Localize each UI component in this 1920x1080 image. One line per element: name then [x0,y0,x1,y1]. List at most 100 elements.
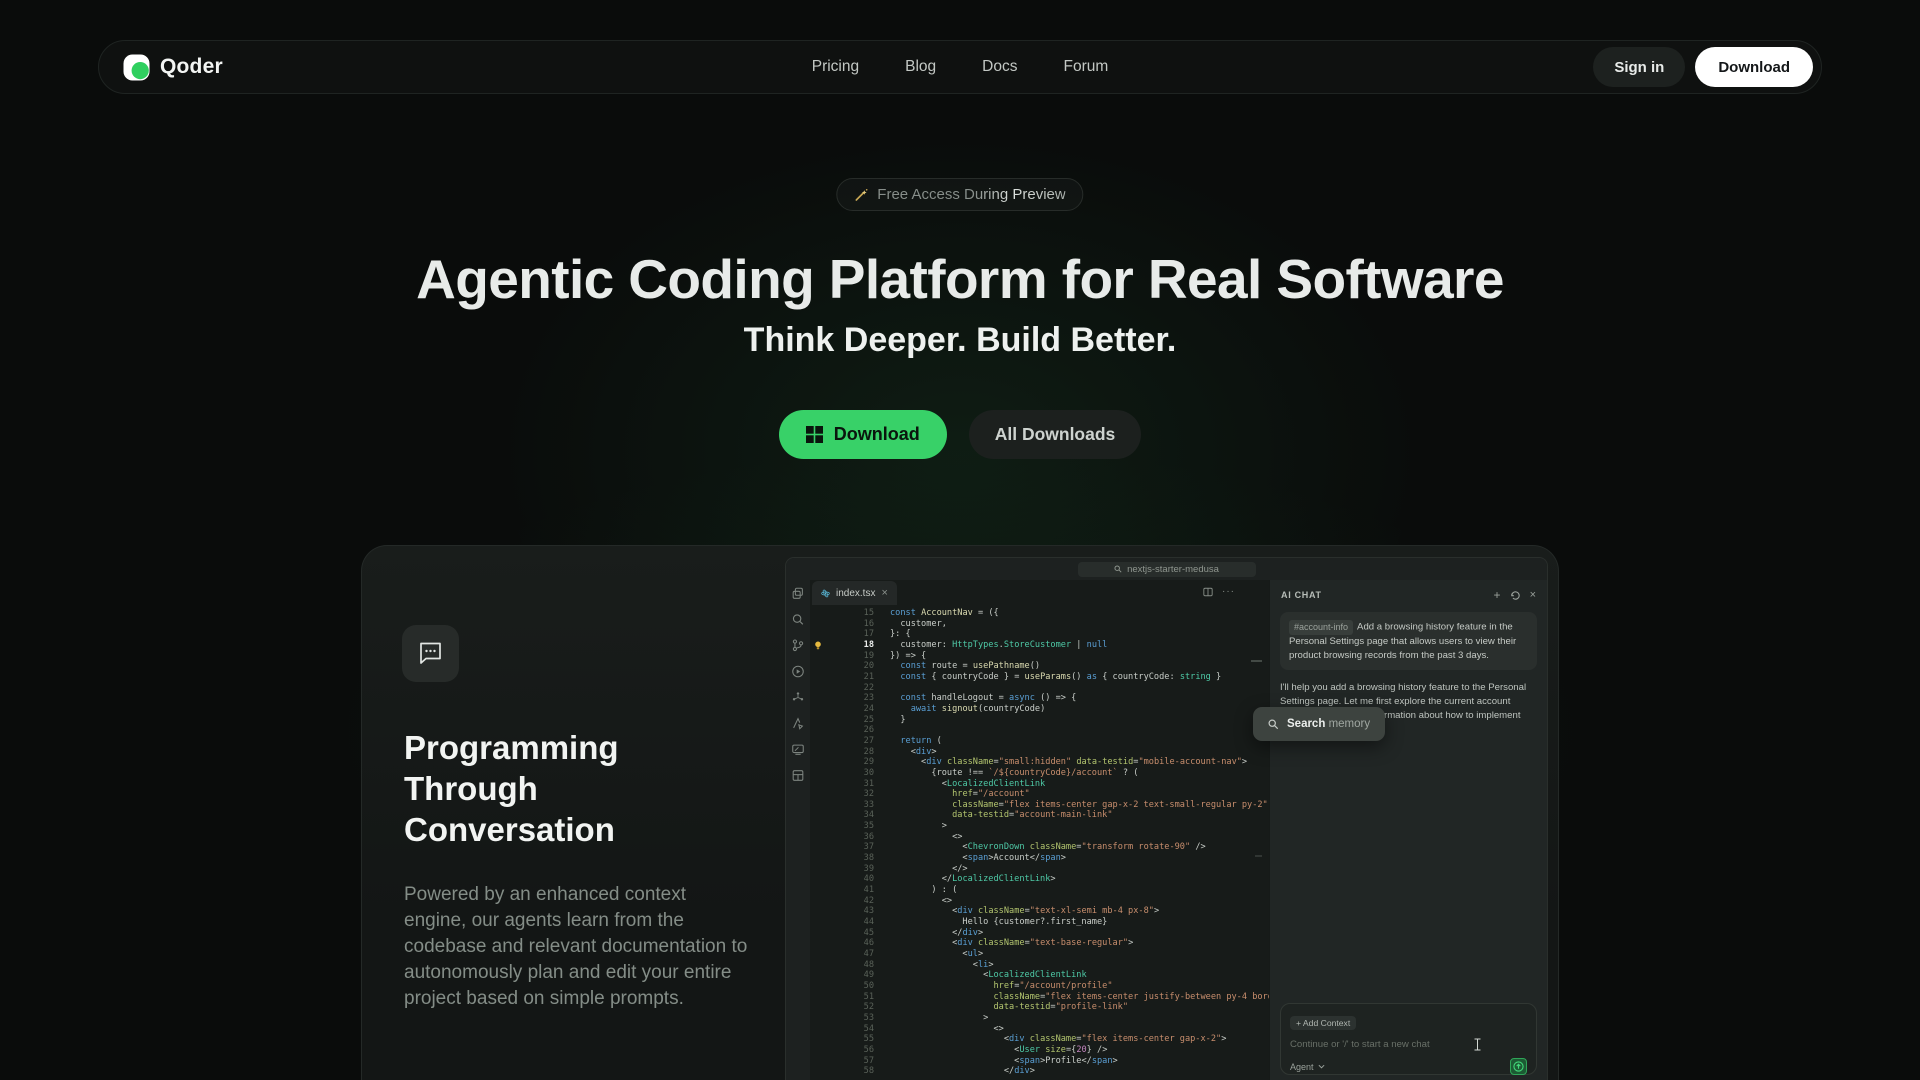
code-line: 41 ) : ( [810,885,1269,896]
lightbulb-icon[interactable] [814,641,822,650]
top-navigation-bar: Qoder Pricing Blog Docs Forum Sign in Downl… [98,40,1822,94]
chevron-down-icon [1318,1064,1325,1069]
editor-tabbar: index.tsx × ··· [810,580,1269,605]
code-line: 50 href="/account/profile" [810,981,1269,992]
code-area[interactable]: 15const AccountNav = ({16 customer,17}: … [810,605,1269,1080]
chat-input-placeholder[interactable]: Continue or '/' to start a new chat [1290,1039,1527,1050]
code-line: 25 } [810,715,1269,726]
react-icon [821,589,830,598]
source-control-icon[interactable] [791,638,805,653]
code-line: 22 [810,683,1269,694]
code-line: 45 </div> [810,928,1269,939]
code-line: 54 <> [810,1024,1269,1035]
chat-input-box[interactable]: + Add Context Continue or '/' to start a… [1280,1003,1537,1075]
feature-title: Programming Through Conversation [404,727,654,850]
history-icon[interactable] [1510,590,1521,601]
extensions-icon[interactable] [791,690,805,705]
code-line: 51 className="flex items-center justify-… [810,992,1269,1003]
code-line: 28 <div> [810,747,1269,758]
search-memory-label-secondary: memory [1329,718,1371,730]
code-line: 47 <ul> [810,949,1269,960]
hero-subtitle: Think Deeper. Build Better. [0,321,1920,360]
code-line: 40 </LocalizedClientLink> [810,874,1269,885]
hero-download-button[interactable]: Download [779,410,947,459]
code-line: 23 const handleLogout = async () => { [810,693,1269,704]
code-line: 49 <LocalizedClientLink [810,970,1269,981]
code-line: 27 return ( [810,736,1269,747]
chat-input-footer: Agent [1290,1058,1527,1075]
code-line: 42 <> [810,896,1269,907]
code-line: 18 customer: HttpTypes.StoreCustomer | n… [810,640,1269,651]
add-context-button[interactable]: + Add Context [1290,1016,1356,1030]
chat-bubble-icon [417,641,444,666]
code-line: 35 > [810,821,1269,832]
nav-link-forum[interactable]: Forum [1063,58,1108,76]
code-line: 17}: { [810,629,1269,640]
minimap-mark [1255,855,1262,857]
feature-card: Programming Through Conversation Powered… [361,545,1559,1080]
code-line: 34 data-testid="account-main-link" [810,810,1269,821]
hero-title: Agentic Coding Platform for Real Softwar… [0,247,1920,311]
agent-mode-label: Agent [1290,1062,1314,1072]
code-line: 20 const route = usePathname() [810,661,1269,672]
nav-link-docs[interactable]: Docs [982,58,1017,76]
feature-description: Powered by an enhanced context engine, o… [404,882,750,1012]
search-icon [1268,719,1279,730]
all-downloads-button[interactable]: All Downloads [969,410,1142,459]
nav-download-button[interactable]: Download [1695,47,1813,87]
feature-icon-card [402,625,459,682]
code-line: 30 {route !== `/${countryCode}/account` … [810,768,1269,779]
code-line: 21 const { countryCode } = useParams() a… [810,672,1269,683]
nav-link-pricing[interactable]: Pricing [812,58,859,76]
search-memory-label-primary: Search [1287,718,1325,730]
agent-mode-selector[interactable]: Agent [1290,1062,1325,1072]
send-button[interactable] [1510,1058,1527,1075]
split-editor-icon[interactable] [1203,587,1213,597]
user-message: #account-infoAdd a browsing history feat… [1280,612,1537,670]
sign-in-button[interactable]: Sign in [1593,47,1685,87]
code-line: 33 className="flex items-center gap-x-2 … [810,800,1269,811]
code-line: 32 href="/account" [810,789,1269,800]
code-line: 55 <div className="flex items-center gap… [810,1034,1269,1045]
chat-title: AI CHAT [1281,590,1322,600]
brand-name: Qoder [160,55,223,79]
debug-icon[interactable] [791,716,805,731]
editor-tab-index-tsx[interactable]: index.tsx × [812,581,897,605]
ide-window: nextjs-starter-medusa index.tsx × [785,557,1548,1080]
editor-tab-actions: ··· [1203,587,1235,597]
code-line: 53 > [810,1013,1269,1024]
code-line: 56 <User size={20} /> [810,1045,1269,1056]
tab-close-icon[interactable]: × [881,587,887,599]
layout-icon[interactable] [791,768,805,783]
context-tag[interactable]: #account-info [1289,620,1353,635]
nav-link-blog[interactable]: Blog [905,58,936,76]
search-memory-button[interactable]: Search memory [1253,707,1385,741]
ide-command-search[interactable]: nextjs-starter-medusa [1078,562,1256,577]
code-line: 37 <ChevronDown className="transform rot… [810,842,1269,853]
code-line: 19}) => { [810,651,1269,662]
remote-icon[interactable] [791,742,805,757]
code-line: 24 await signout(countryCode) [810,704,1269,715]
all-downloads-label: All Downloads [995,424,1116,445]
preview-badge: Free Access During Preview [836,178,1083,211]
code-line: 15const AccountNav = ({ [810,608,1269,619]
more-actions-icon[interactable]: ··· [1222,588,1235,596]
ai-chat-panel: AI CHAT + × #account-infoAdd a browsing … [1269,580,1547,1080]
wand-icon [854,188,868,202]
close-icon[interactable]: × [1530,590,1536,600]
brand-logo[interactable]: Qoder [123,54,223,81]
code-line: 46 <div className="text-base-regular"> [810,938,1269,949]
explorer-icon[interactable] [791,586,805,601]
qoder-logo-icon [123,54,150,81]
activity-bar [786,580,810,1080]
code-line: 38 <span>Account</span> [810,853,1269,864]
code-line: 16 customer, [810,619,1269,630]
windows-icon [806,426,823,443]
new-chat-plus-icon[interactable]: + [1494,590,1501,600]
tab-label: index.tsx [836,588,875,599]
chat-header-icons: + × [1494,590,1536,601]
run-icon[interactable] [791,664,805,679]
search-icon[interactable] [791,612,805,627]
minimap[interactable] [1245,605,1269,1080]
chat-header: AI CHAT + × [1270,584,1547,606]
